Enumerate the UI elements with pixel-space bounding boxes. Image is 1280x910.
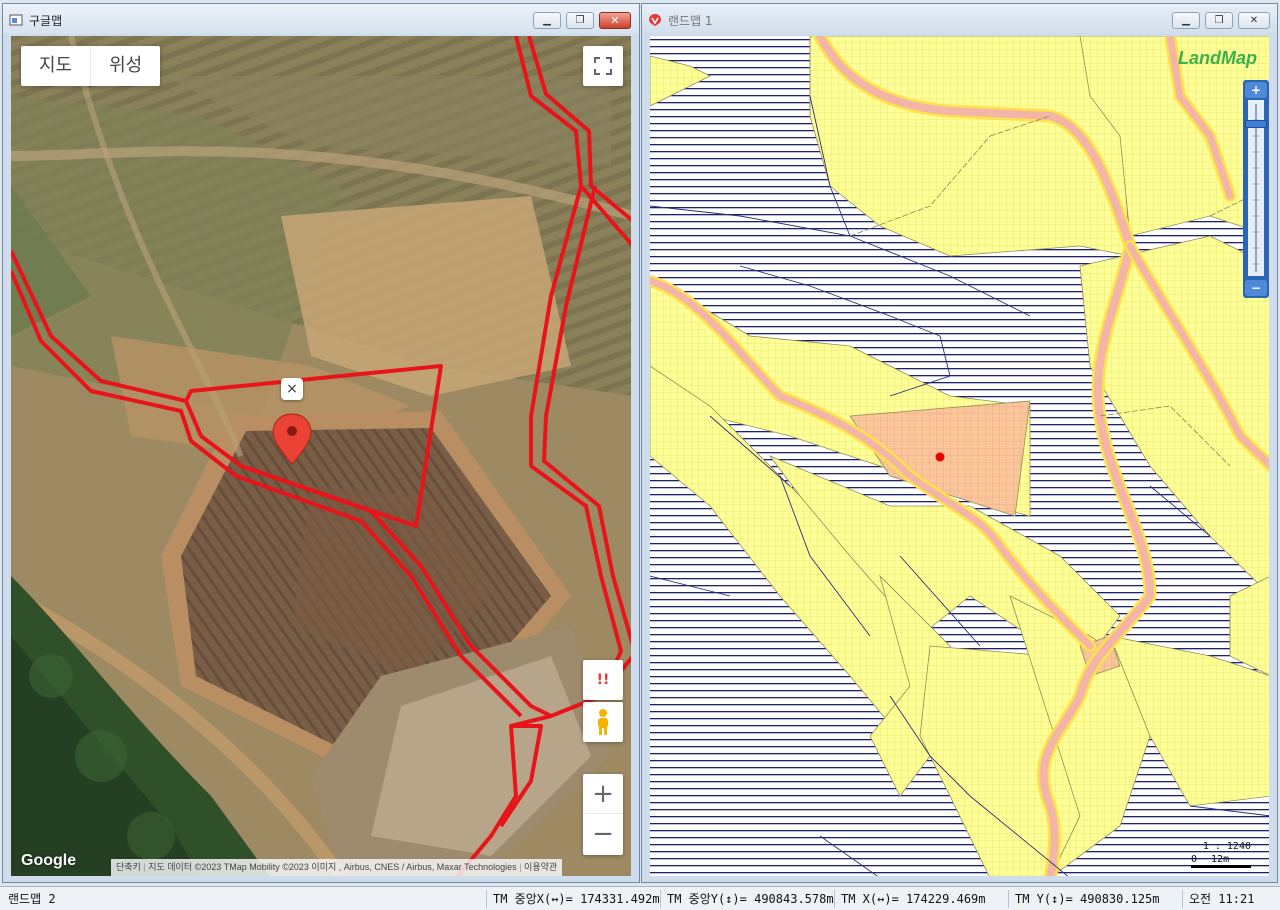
status-bar: 랜드맵 2 TM 중앙X(↔)= 174331.492m TM 중앙Y(↕)= …: [0, 886, 1280, 910]
window-title: 랜드맵 1: [668, 14, 713, 28]
minus-icon: −: [1250, 281, 1262, 295]
zoom-slider-thumb[interactable]: [1245, 120, 1267, 128]
landmap-logo: LandMap: [1178, 48, 1257, 68]
landmap-zoom-out-button[interactable]: −: [1245, 280, 1267, 296]
status-window-label: 랜드맵 2: [8, 892, 56, 906]
map-type-roadmap-button[interactable]: 지도: [21, 46, 92, 86]
status-tm-y: TM Y(↕)= 490830.125m: [1008, 890, 1160, 908]
google-map-view[interactable]: × 지도 위성 !! + − Google 단축키 | 지도 데이터 ©2023…: [11, 36, 631, 876]
cadastral-map[interactable]: [650, 36, 1269, 876]
status-tm-center-x: TM 중앙X(↔)= 174331.492m: [486, 890, 660, 908]
street-view-pegman-button[interactable]: [583, 702, 623, 742]
fullscreen-icon: [594, 57, 612, 75]
close-icon: ✕: [1249, 15, 1259, 26]
scale-ratio: 1 : 1240: [1202, 841, 1251, 852]
scale-length: 12m: [1211, 854, 1230, 865]
close-button[interactable]: ✕: [599, 12, 631, 29]
satellite-imagery[interactable]: [11, 36, 631, 876]
landmap-zoom-bar: + −: [1243, 80, 1269, 298]
google-map-window: 구글맵 ▁ ❐ ✕ × 지도 위성 !! + − Google 단축키 | 지도…: [2, 3, 640, 883]
scale-zero: 0: [1191, 854, 1198, 865]
restore-icon: ❐: [1214, 15, 1224, 26]
plus-icon: +: [1250, 83, 1262, 97]
google-logo: Google: [21, 852, 77, 869]
zoom-control: + −: [583, 774, 623, 855]
status-tm-x: TM X(↔)= 174229.469m: [834, 890, 986, 908]
status-clock: 오전 11:21: [1182, 890, 1254, 908]
minimize-icon: ▁: [543, 15, 551, 26]
selected-point-marker[interactable]: [935, 452, 945, 462]
zoom-in-button[interactable]: +: [583, 774, 623, 814]
close-icon: ✕: [610, 14, 620, 27]
landmap-window: 랜드맵 1 ▁ ❐ ✕ LandMap + − 1: 1240 0 12m: [641, 3, 1278, 883]
app-icon: [9, 14, 23, 26]
zoom-out-button[interactable]: −: [583, 814, 623, 854]
landmap-titlebar[interactable]: 랜드맵 1 ▁ ❐ ✕: [642, 4, 1277, 34]
marker-popup-close-button[interactable]: ×: [281, 378, 303, 400]
minimize-icon: ▁: [1182, 15, 1190, 26]
status-tm-center-y: TM 중앙Y(↕)= 490843.578m: [660, 890, 834, 908]
map-data-attribution: 지도 데이터 ©2023 TMap Mobility ©2023 이미지 , A…: [148, 862, 517, 872]
google-map-titlebar[interactable]: 구글맵 ▁ ❐ ✕: [3, 4, 639, 34]
terms-link[interactable]: 이용약관: [524, 862, 557, 872]
landmap-view[interactable]: LandMap + − 1 : 1240 0 12m: [650, 36, 1269, 876]
minimize-button[interactable]: ▁: [533, 12, 561, 29]
maximize-button[interactable]: ❐: [566, 12, 594, 29]
map-type-control: 지도 위성: [21, 46, 161, 86]
landmap-app-icon: [649, 14, 661, 26]
fullscreen-button[interactable]: [583, 46, 623, 86]
pegman-icon: [598, 709, 608, 735]
close-button[interactable]: ✕: [1238, 12, 1270, 29]
map-type-satellite-button[interactable]: 위성: [91, 46, 160, 86]
landmap-zoom-in-button[interactable]: +: [1245, 82, 1267, 98]
minimize-button[interactable]: ▁: [1172, 12, 1200, 29]
maximize-button[interactable]: ❐: [1205, 12, 1233, 29]
keyboard-shortcuts-link[interactable]: 단축키: [116, 862, 141, 872]
scale-indicator: 1 : 1240 0 12m: [1191, 841, 1251, 868]
attribution-bar: 단축키 | 지도 데이터 ©2023 TMap Mobility ©2023 이…: [111, 859, 563, 876]
restore-icon: ❐: [575, 15, 585, 26]
window-title: 구글맵: [29, 14, 63, 28]
report-problem-button[interactable]: !!: [583, 660, 623, 700]
